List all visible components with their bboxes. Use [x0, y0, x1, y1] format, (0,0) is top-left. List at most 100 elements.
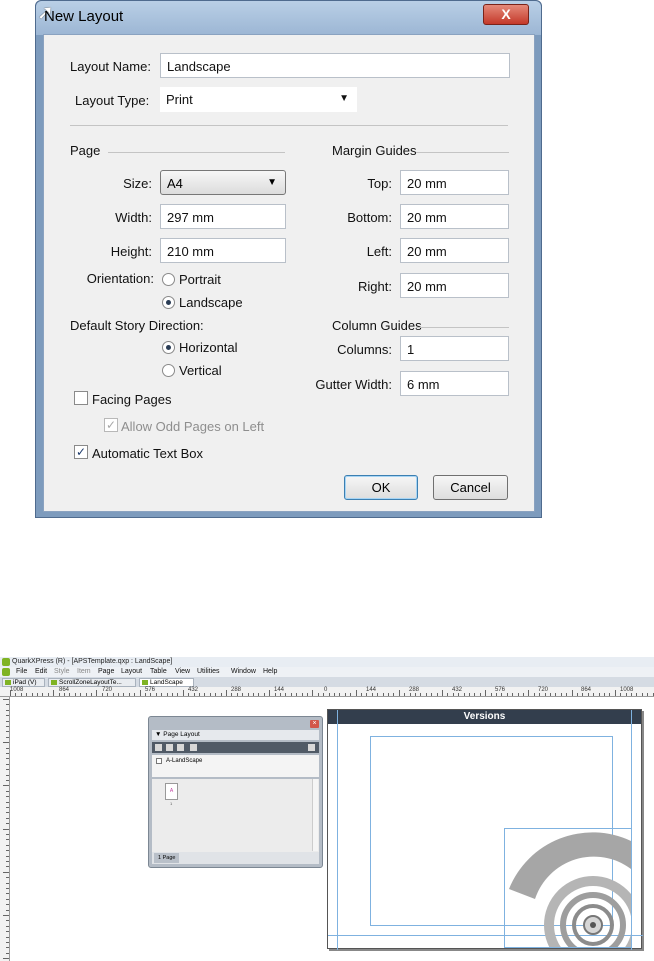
allow-odd-checkbox[interactable]: ✓ — [104, 418, 118, 432]
tab-ipad[interactable]: iPad (V) — [2, 678, 45, 687]
blank-page-icon[interactable] — [155, 744, 162, 751]
auto-text-box-checkbox[interactable]: ✓ — [74, 445, 88, 459]
ruler-tick — [253, 693, 254, 696]
menu-utilities[interactable]: Utilities — [197, 667, 220, 677]
ruler-tick — [145, 693, 146, 696]
app-title: QuarkXPress (R) - [APSTemplate.qxp : Lan… — [12, 658, 173, 665]
ruler-tick — [6, 763, 9, 765]
bottom-margin-input[interactable]: 20 mm — [400, 204, 509, 229]
cancel-button[interactable]: Cancel — [433, 475, 508, 500]
facing-pages-label[interactable]: Facing Pages — [92, 392, 172, 407]
size-select[interactable]: A4 ▼ — [160, 170, 286, 195]
close-button[interactable]: X — [483, 4, 529, 25]
columns-input[interactable]: 1 — [400, 336, 509, 361]
menu-edit[interactable]: Edit — [35, 667, 47, 677]
ruler-tick — [6, 736, 9, 738]
app-logo-icon — [2, 658, 10, 666]
ruler-tick — [604, 693, 605, 696]
landscape-label[interactable]: Landscape — [179, 295, 243, 310]
ruler-tick — [544, 693, 546, 696]
ruler-tick — [74, 693, 76, 696]
tab-label: ScrollZoneLayoutTe... — [59, 679, 122, 686]
ruler-tick — [641, 693, 643, 696]
horizontal-ruler[interactable]: 1008 864 720 576 432 288 144 0 144 288 4… — [0, 687, 654, 697]
palette-scrollbar[interactable] — [312, 779, 318, 851]
menu-file[interactable]: File — [16, 667, 27, 677]
delete-icon[interactable] — [308, 744, 315, 751]
page-section-label: Page — [70, 143, 101, 158]
ruler-tick — [280, 693, 281, 696]
ruler-tick — [393, 693, 395, 696]
top-margin-input[interactable]: 20 mm — [400, 170, 509, 195]
horizontal-radio[interactable] — [162, 341, 175, 354]
landscape-radio[interactable] — [162, 296, 175, 309]
ruler-tick — [593, 693, 595, 696]
ruler-tick — [220, 693, 222, 696]
layout-type-select[interactable]: Print ▼ — [160, 87, 357, 112]
auto-text-box-label[interactable]: Automatic Text Box — [92, 446, 203, 461]
app-menu-icon[interactable] — [2, 668, 10, 676]
ruler-tick — [96, 690, 98, 696]
menu-style[interactable]: Style — [54, 667, 70, 677]
ruler-tick — [166, 693, 168, 696]
ruler-tick — [328, 693, 330, 696]
ruler-tick — [193, 693, 195, 696]
menu-window[interactable]: Window — [231, 667, 256, 677]
ruler-tick — [6, 817, 9, 819]
menu-item[interactable]: Item — [77, 667, 91, 677]
ruler-tick — [6, 904, 9, 906]
image-box[interactable] — [504, 828, 642, 961]
facing-page-icon[interactable] — [166, 744, 173, 751]
portrait-radio[interactable] — [162, 273, 175, 286]
vertical-label[interactable]: Vertical — [179, 363, 222, 378]
layout-tab-icon — [5, 680, 11, 685]
menu-view[interactable]: View — [175, 667, 190, 677]
ruler-tick — [3, 871, 9, 873]
ruler-tick — [6, 877, 9, 879]
width-input[interactable]: 297 mm — [160, 204, 286, 229]
master-page-item[interactable]: A-LandScape — [152, 755, 319, 777]
facing-pages-checkbox[interactable] — [74, 391, 88, 405]
ruler-label: 0 — [324, 687, 328, 693]
page-thumbnail[interactable]: A — [165, 783, 178, 800]
margin-guides-label: Margin Guides — [332, 143, 417, 158]
vertical-radio[interactable] — [162, 364, 175, 377]
ruler-tick — [226, 690, 227, 696]
menu-bar: File Edit Style Item Page Layout Table V… — [0, 667, 654, 677]
tab-landscape[interactable]: LandScape — [139, 678, 194, 687]
close-icon[interactable]: × — [310, 720, 319, 728]
ruler-tick — [199, 693, 200, 696]
menu-table[interactable]: Table — [150, 667, 167, 677]
circular-graphic-icon — [509, 832, 642, 961]
ruler-tick — [285, 693, 287, 696]
horizontal-label[interactable]: Horizontal — [179, 340, 238, 355]
menu-layout[interactable]: Layout — [121, 667, 142, 677]
gutter-width-input[interactable]: 6 mm — [400, 371, 509, 396]
dialog-title-bar[interactable]: ➚ New Layout X — [36, 1, 541, 35]
portrait-label[interactable]: Portrait — [179, 272, 221, 287]
ruler-tick — [6, 769, 9, 771]
ruler-tick — [258, 693, 260, 696]
ruler-tick — [6, 931, 9, 933]
menu-page[interactable]: Page — [98, 667, 114, 677]
ruler-tick — [3, 742, 9, 744]
menu-help[interactable]: Help — [263, 667, 277, 677]
left-margin-input[interactable]: 20 mm — [400, 238, 509, 263]
palette-title: Page Layout — [163, 731, 200, 738]
duplicate-icon[interactable] — [177, 744, 184, 751]
apply-master-icon[interactable] — [190, 744, 197, 751]
layout-name-input[interactable]: Landscape — [160, 53, 510, 78]
right-margin-input[interactable]: 20 mm — [400, 273, 509, 298]
ok-button[interactable]: OK — [344, 475, 418, 500]
ruler-tick — [334, 693, 335, 696]
height-input[interactable]: 210 mm — [160, 238, 286, 263]
ruler-tick — [523, 693, 524, 696]
ruler-tick — [80, 693, 82, 696]
tab-scrollzone[interactable]: ScrollZoneLayoutTe... — [48, 678, 136, 687]
ruler-tick — [64, 693, 65, 696]
vertical-ruler[interactable] — [0, 697, 10, 961]
new-layout-dialog: ➚ New Layout X Layout Name: Landscape La… — [35, 0, 542, 518]
palette-header[interactable]: ▼ Page Layout — [152, 730, 319, 740]
layout-page[interactable]: Versions — [327, 709, 643, 961]
ruler-tick — [10, 690, 11, 696]
